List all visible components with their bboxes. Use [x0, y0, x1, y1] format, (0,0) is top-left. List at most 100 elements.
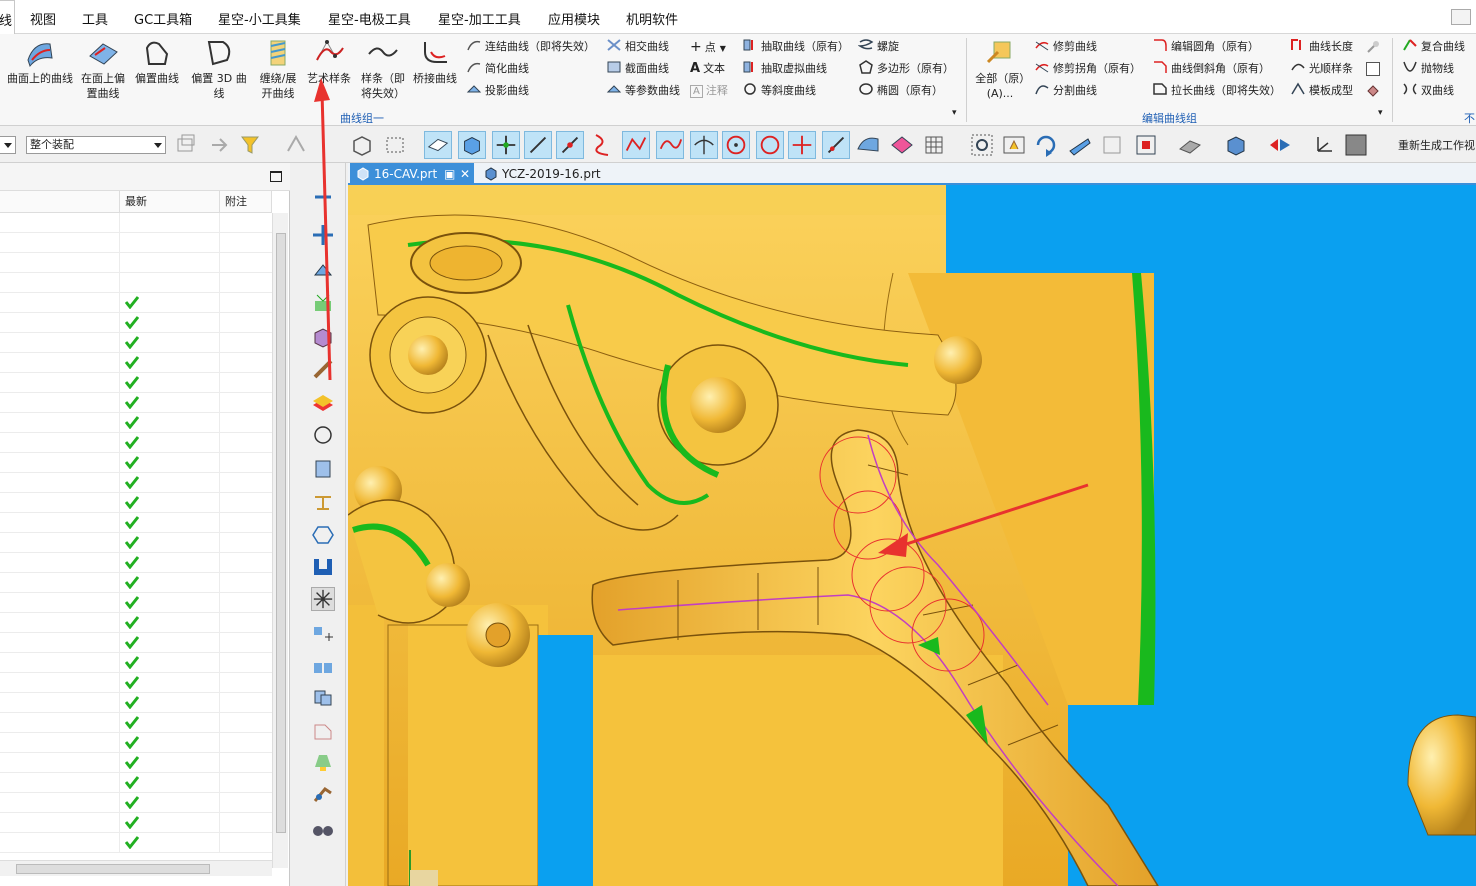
- table-row[interactable]: [0, 393, 272, 413]
- offset-curve-button[interactable]: 偏置曲线: [132, 38, 182, 86]
- spline-button[interactable]: 样条（即将失效）: [358, 38, 408, 101]
- extract-curve-button[interactable]: 抽取曲线（原有）: [742, 38, 849, 56]
- group1-expand-icon[interactable]: ▾: [952, 108, 957, 118]
- annotation-button[interactable]: A 注释: [690, 82, 728, 100]
- point-snap-icon[interactable]: [492, 131, 520, 159]
- isocline-curve-button[interactable]: 等斜度曲线: [742, 82, 816, 100]
- menu-view[interactable]: 视图: [30, 9, 56, 28]
- intersection-snap-icon[interactable]: [690, 131, 718, 159]
- curve-on-surface-button[interactable]: 曲面上的曲线: [6, 38, 74, 86]
- assembly-component-icon[interactable]: [311, 653, 335, 677]
- intersection-curve-button[interactable]: 相交曲线: [606, 38, 669, 56]
- existing-point-snap-icon[interactable]: [788, 131, 816, 159]
- table-row[interactable]: [0, 613, 272, 633]
- scroll-thumb[interactable]: [276, 233, 286, 833]
- grid-icon[interactable]: [920, 131, 948, 159]
- type-filter-dropdown[interactable]: [0, 136, 16, 154]
- lamp-icon[interactable]: [311, 751, 335, 775]
- table-row[interactable]: [0, 333, 272, 353]
- table-row[interactable]: [0, 733, 272, 753]
- vertical-scrollbar[interactable]: [272, 213, 288, 868]
- column-latest[interactable]: 最新: [120, 191, 220, 213]
- layer-icon[interactable]: [311, 391, 335, 415]
- render-style-icon[interactable]: [1176, 131, 1204, 159]
- table-row[interactable]: [0, 473, 272, 493]
- hexagon-icon[interactable]: [311, 523, 335, 547]
- curve-chamfer-button[interactable]: 曲线倒斜角（原有）: [1152, 60, 1270, 78]
- point-on-curve-snap-icon[interactable]: [822, 131, 850, 159]
- binoculars-icon[interactable]: [311, 817, 335, 841]
- wrap-unwrap-button[interactable]: 缠绕/展开曲线: [256, 38, 300, 101]
- assembly-icon[interactable]: [172, 131, 200, 159]
- control-point-snap-icon[interactable]: [622, 131, 650, 159]
- zoom-fit-icon[interactable]: [968, 131, 996, 159]
- table-row[interactable]: [0, 573, 272, 593]
- extrude-icon[interactable]: [311, 489, 335, 513]
- pan-icon[interactable]: [1000, 131, 1028, 159]
- point-on-face-snap-icon[interactable]: [854, 131, 882, 159]
- text-feature-icon[interactable]: [311, 783, 335, 807]
- cylinder-icon[interactable]: [311, 457, 335, 481]
- quadrant-snap-icon[interactable]: [756, 131, 784, 159]
- arrow-select-icon[interactable]: [206, 131, 234, 159]
- filter-icon[interactable]: [236, 131, 264, 159]
- menu-app-modules[interactable]: 应用模块: [548, 9, 600, 28]
- column-notes[interactable]: 附注: [220, 191, 272, 213]
- menu-curve[interactable]: 线: [0, 0, 16, 34]
- menu-star-small-tools[interactable]: 星空-小工具集: [218, 9, 301, 28]
- assembly-scope-dropdown[interactable]: 整个装配: [26, 136, 166, 154]
- table-row[interactable]: [0, 213, 272, 233]
- table-row[interactable]: [0, 793, 272, 813]
- circle-icon[interactable]: [311, 423, 335, 447]
- edit-fillet-button[interactable]: 编辑圆角（原有）: [1152, 38, 1259, 56]
- table-row[interactable]: [0, 713, 272, 733]
- table-row[interactable]: [0, 453, 272, 473]
- restore-button[interactable]: [1451, 9, 1471, 25]
- table-row[interactable]: [0, 233, 272, 253]
- point-dropdown-icon[interactable]: ▼: [720, 44, 726, 53]
- column-name[interactable]: [0, 191, 120, 213]
- shaded-cube-icon[interactable]: [1222, 131, 1250, 159]
- edit-tool-icon[interactable]: [1366, 40, 1380, 54]
- shape-icon[interactable]: [1366, 84, 1380, 98]
- wcs-icon[interactable]: [1310, 131, 1338, 159]
- graphics-window[interactable]: [348, 185, 1476, 886]
- menu-gc-toolbox[interactable]: GC工具箱: [134, 9, 192, 28]
- table-row[interactable]: [0, 553, 272, 573]
- smooth-spline-button[interactable]: 光顺样条: [1290, 60, 1353, 78]
- menu-star-machining[interactable]: 星空-加工工具: [438, 9, 521, 28]
- option-checkbox[interactable]: [1366, 62, 1380, 76]
- midpoint-snap-icon[interactable]: [556, 131, 584, 159]
- trim-curve-button[interactable]: 修剪曲线: [1034, 38, 1097, 56]
- pocket-icon[interactable]: [311, 555, 335, 579]
- group2-expand-icon[interactable]: ▾: [1378, 108, 1383, 118]
- join-curves-button[interactable]: 连结曲线（即将失效）: [466, 38, 595, 56]
- isoparametric-curve-button[interactable]: 等参数曲线: [606, 82, 680, 100]
- horizontal-scrollbar[interactable]: [0, 860, 272, 876]
- ellipse-button[interactable]: 椭圆（原有）: [858, 82, 943, 100]
- all-original-button[interactable]: 全部（原）(A)...: [974, 38, 1026, 101]
- table-row[interactable]: [0, 813, 272, 833]
- spline-snap-icon[interactable]: [656, 131, 684, 159]
- section-curve-button[interactable]: 截面曲线: [606, 60, 669, 78]
- perspective-icon[interactable]: [1066, 131, 1094, 159]
- body-select-icon[interactable]: [458, 131, 486, 159]
- table-row[interactable]: [0, 353, 272, 373]
- rotate-icon[interactable]: [1032, 131, 1060, 159]
- regenerate-work-view-button[interactable]: 重新生成工作视: [1398, 137, 1475, 153]
- simplify-curve-button[interactable]: 简化曲线: [466, 60, 529, 78]
- offset-in-face-button[interactable]: 在面上偏置曲线: [78, 38, 128, 101]
- fit-view-icon[interactable]: [1132, 131, 1160, 159]
- table-row[interactable]: [0, 273, 272, 293]
- curve-length-button[interactable]: 曲线长度: [1290, 38, 1353, 56]
- hyperbola-button[interactable]: 双曲线: [1402, 82, 1454, 100]
- orient-view-icon[interactable]: [1266, 131, 1294, 159]
- boolean-icon[interactable]: [311, 685, 335, 709]
- hscroll-thumb[interactable]: [16, 864, 210, 874]
- view-section-icon[interactable]: [1098, 131, 1126, 159]
- trim-corner-button[interactable]: 修剪拐角（原有）: [1034, 60, 1141, 78]
- lengthen-curve-button[interactable]: 拉长曲线（即将失效）: [1152, 82, 1281, 100]
- menu-star-electrode[interactable]: 星空-电极工具: [328, 9, 411, 28]
- table-row[interactable]: [0, 373, 272, 393]
- project-curve-button[interactable]: 投影曲线: [466, 82, 529, 100]
